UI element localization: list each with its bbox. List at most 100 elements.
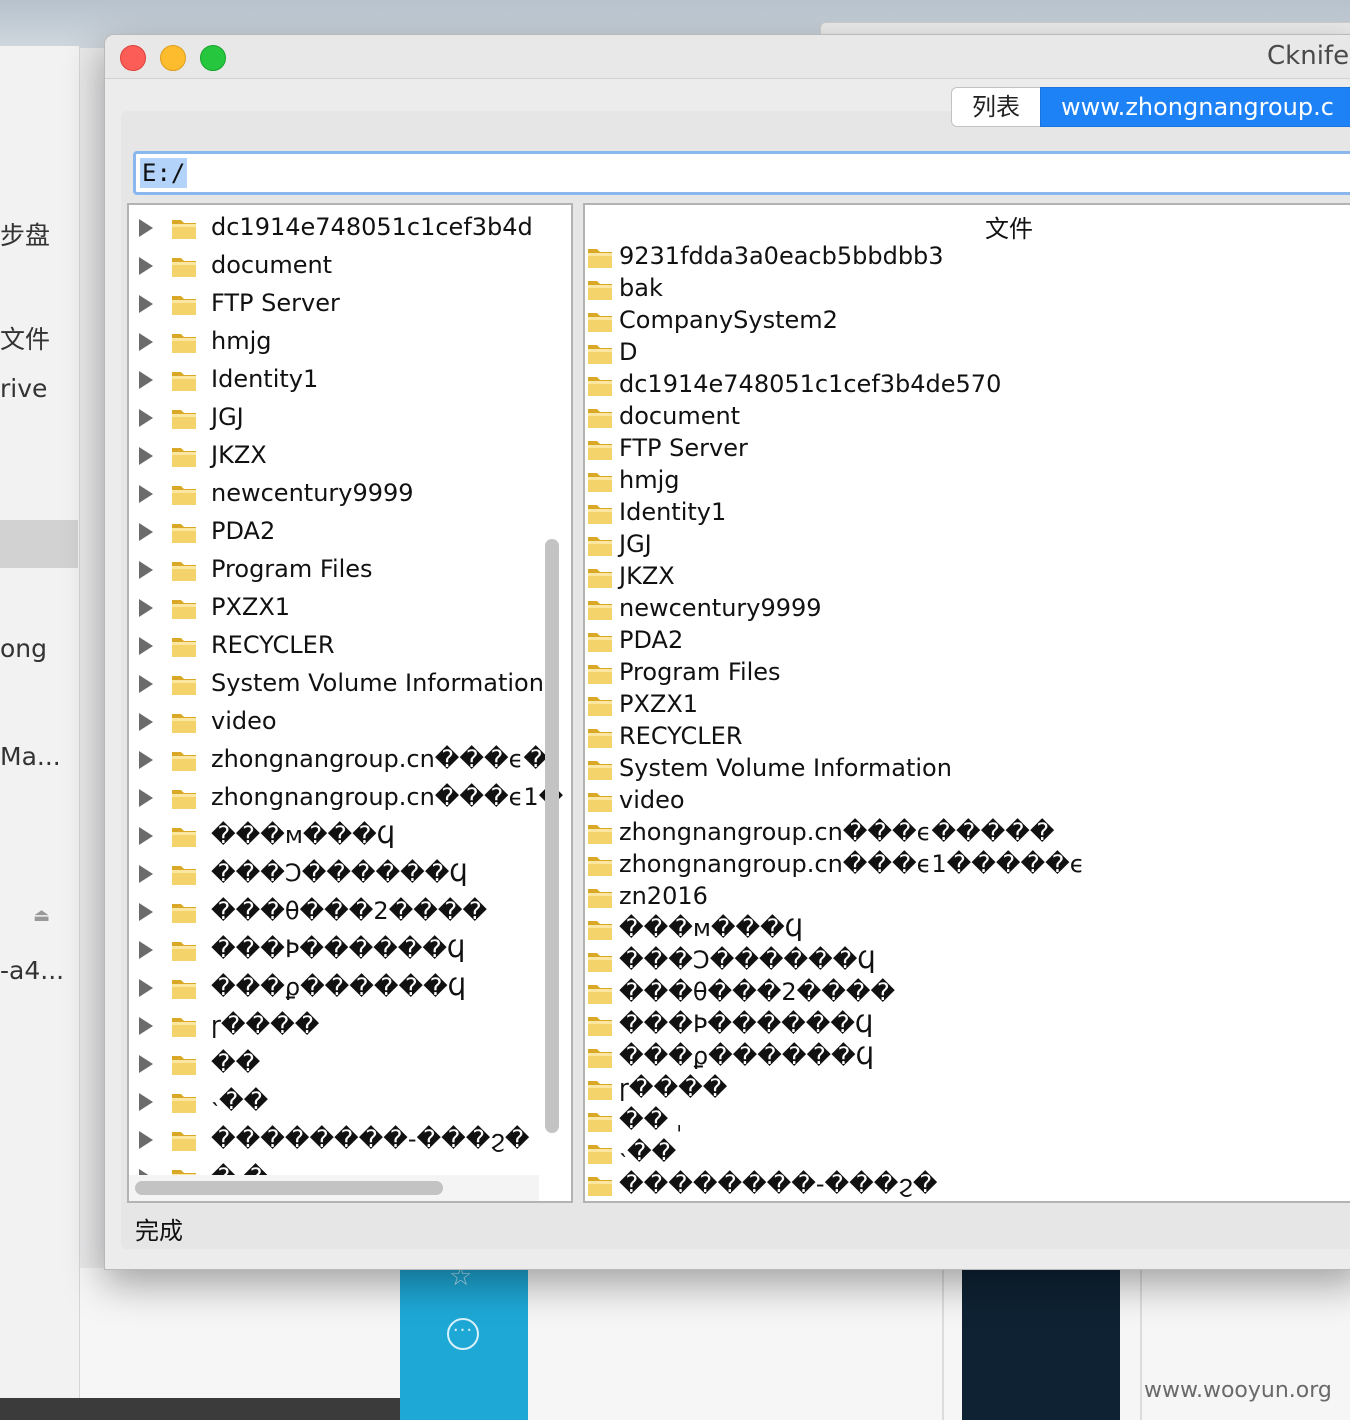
directory-tree[interactable]: � � .��������-���ϩ�˴����ɼ�������ϼ������Ϥ…	[127, 203, 573, 1203]
expand-arrow-icon[interactable]	[139, 371, 153, 389]
expand-arrow-icon[interactable]	[139, 1017, 153, 1035]
tree-row[interactable]: PDA2	[129, 513, 549, 551]
file-row[interactable]: CompanySystem2	[585, 305, 1350, 337]
expand-arrow-icon[interactable]	[139, 903, 153, 921]
tree-row[interactable]: RECYCLER	[129, 627, 549, 665]
expand-arrow-icon[interactable]	[139, 979, 153, 997]
background-sidebar-item[interactable]: 文件	[0, 320, 50, 356]
file-row[interactable]: Identity1	[585, 497, 1350, 529]
file-column-header[interactable]: 文件	[985, 209, 1033, 244]
expand-arrow-icon[interactable]	[139, 523, 153, 541]
background-sidebar-item[interactable]: Ma...	[0, 742, 61, 771]
file-row[interactable]: zhongnangroup.cn���ϵ1�����ϵ	[585, 849, 1350, 881]
expand-arrow-icon[interactable]	[139, 827, 153, 845]
file-row[interactable]: document	[585, 401, 1350, 433]
tree-row[interactable]: ɼ����	[129, 1007, 549, 1045]
tree-row[interactable]: zhongnangroup.cn���ϵ�	[129, 741, 549, 779]
background-sidebar-item[interactable]: -a4...	[0, 956, 64, 985]
close-button[interactable]	[120, 45, 146, 71]
tree-row[interactable]: JKZX	[129, 437, 549, 475]
tree-row[interactable]: ���ϼ������Ϥ	[129, 969, 549, 1007]
file-row[interactable]: dc1914e748051c1cef3b4de570	[585, 369, 1350, 401]
tree-row[interactable]: ���Ϸ������Ϥ	[129, 931, 549, 969]
file-row[interactable]: ˴��	[585, 1137, 1350, 1169]
file-row[interactable]: ���ϼ������Ϥ	[585, 1041, 1350, 1073]
file-row[interactable]: zhongnangroup.cn���ϵ�����	[585, 817, 1350, 849]
file-row[interactable]: ��������-���ϩ�	[585, 1169, 1350, 1201]
path-input[interactable]: E:/	[133, 151, 1350, 195]
expand-arrow-icon[interactable]	[139, 447, 153, 465]
tree-row[interactable]: ��	[129, 1045, 549, 1083]
file-row[interactable]: JGJ	[585, 529, 1350, 561]
expand-arrow-icon[interactable]	[139, 1093, 153, 1111]
tree-row[interactable]: ˴��	[129, 1083, 549, 1121]
tree-row[interactable]: hmjg	[129, 323, 549, 361]
expand-arrow-icon[interactable]	[139, 941, 153, 959]
file-row[interactable]: ���Ϸ������Ϥ	[585, 1009, 1350, 1041]
zoom-button[interactable]	[200, 45, 226, 71]
file-row[interactable]: video	[585, 785, 1350, 817]
expand-arrow-icon[interactable]	[139, 675, 153, 693]
file-row[interactable]: ���θ���2����	[585, 977, 1350, 1009]
tree-row[interactable]: newcentury9999	[129, 475, 549, 513]
tab-site[interactable]: www.zhongnangroup.c	[1040, 87, 1350, 127]
tree-row[interactable]: ���ᴍ���Ϥ	[129, 817, 549, 855]
tree-row[interactable]: FTP Server	[129, 285, 549, 323]
tree-row[interactable]: Identity1	[129, 361, 549, 399]
tree-row[interactable]: ���θ���2����	[129, 893, 549, 931]
expand-arrow-icon[interactable]	[139, 485, 153, 503]
tree-row[interactable]: PXZX1	[129, 589, 549, 627]
background-sidebar-item[interactable]: rive	[0, 374, 47, 403]
background-sidebar-item[interactable]: ong	[0, 634, 47, 663]
file-row[interactable]: PDA2	[585, 625, 1350, 657]
tree-horizontal-scrollbar[interactable]	[135, 1181, 443, 1195]
file-row[interactable]: Program Files	[585, 657, 1350, 689]
minimize-button[interactable]	[160, 45, 186, 71]
file-list[interactable]: 文件 9231fdda3a0eacb5bbdbb3 bak CompanySyste…	[583, 203, 1350, 1203]
expand-arrow-icon[interactable]	[139, 599, 153, 617]
file-row[interactable]: bak	[585, 273, 1350, 305]
tree-row[interactable]: Program Files	[129, 551, 549, 589]
file-row[interactable]: JKZX	[585, 561, 1350, 593]
expand-arrow-icon[interactable]	[139, 713, 153, 731]
expand-arrow-icon[interactable]	[139, 257, 153, 275]
expand-arrow-icon[interactable]	[139, 637, 153, 655]
tree-row[interactable]: document	[129, 247, 549, 285]
expand-arrow-icon[interactable]	[139, 1131, 153, 1149]
tree-row[interactable]: dc1914e748051c1cef3b4d	[129, 209, 549, 247]
expand-arrow-icon[interactable]	[139, 219, 153, 237]
more-options-icon[interactable]: ···	[447, 1318, 479, 1350]
tree-row[interactable]: System Volume Information	[129, 665, 549, 703]
expand-arrow-icon[interactable]	[139, 409, 153, 427]
expand-arrow-icon[interactable]	[139, 751, 153, 769]
tree-vertical-scrollbar[interactable]	[545, 539, 559, 1133]
file-row[interactable]: System Volume Information	[585, 753, 1350, 785]
background-sidebar-item[interactable]: 步盘	[0, 216, 50, 252]
tab-list[interactable]: 列表	[951, 87, 1040, 127]
expand-arrow-icon[interactable]	[139, 333, 153, 351]
tree-row[interactable]: ��������-���ϩ�	[129, 1121, 549, 1159]
title-bar[interactable]: Cknife	[105, 35, 1350, 79]
file-row[interactable]: zn2016	[585, 881, 1350, 913]
file-row[interactable]: ���Ͻ������Ϥ	[585, 945, 1350, 977]
file-row[interactable]: PXZX1	[585, 689, 1350, 721]
file-row[interactable]: ɼ����	[585, 1073, 1350, 1105]
file-row[interactable]: 9231fdda3a0eacb5bbdbb3	[585, 241, 1350, 273]
tree-row[interactable]: JGJ	[129, 399, 549, 437]
eject-icon[interactable]: ⏏	[33, 905, 51, 927]
file-row[interactable]: RECYCLER	[585, 721, 1350, 753]
file-row[interactable]: FTP Server	[585, 433, 1350, 465]
expand-arrow-icon[interactable]	[139, 1055, 153, 1073]
tree-row[interactable]: ���Ͻ������Ϥ	[129, 855, 549, 893]
file-row[interactable]: �� ˌ	[585, 1105, 1350, 1137]
file-row[interactable]: ���ᴍ���Ϥ	[585, 913, 1350, 945]
expand-arrow-icon[interactable]	[139, 295, 153, 313]
expand-arrow-icon[interactable]	[139, 561, 153, 579]
expand-arrow-icon[interactable]	[139, 865, 153, 883]
expand-arrow-icon[interactable]	[139, 789, 153, 807]
file-row[interactable]: newcentury9999	[585, 593, 1350, 625]
tree-row[interactable]: video	[129, 703, 549, 741]
file-row[interactable]: hmjg	[585, 465, 1350, 497]
tree-row[interactable]: zhongnangroup.cn���ϵ1�	[129, 779, 563, 817]
file-row[interactable]: D	[585, 337, 1350, 369]
